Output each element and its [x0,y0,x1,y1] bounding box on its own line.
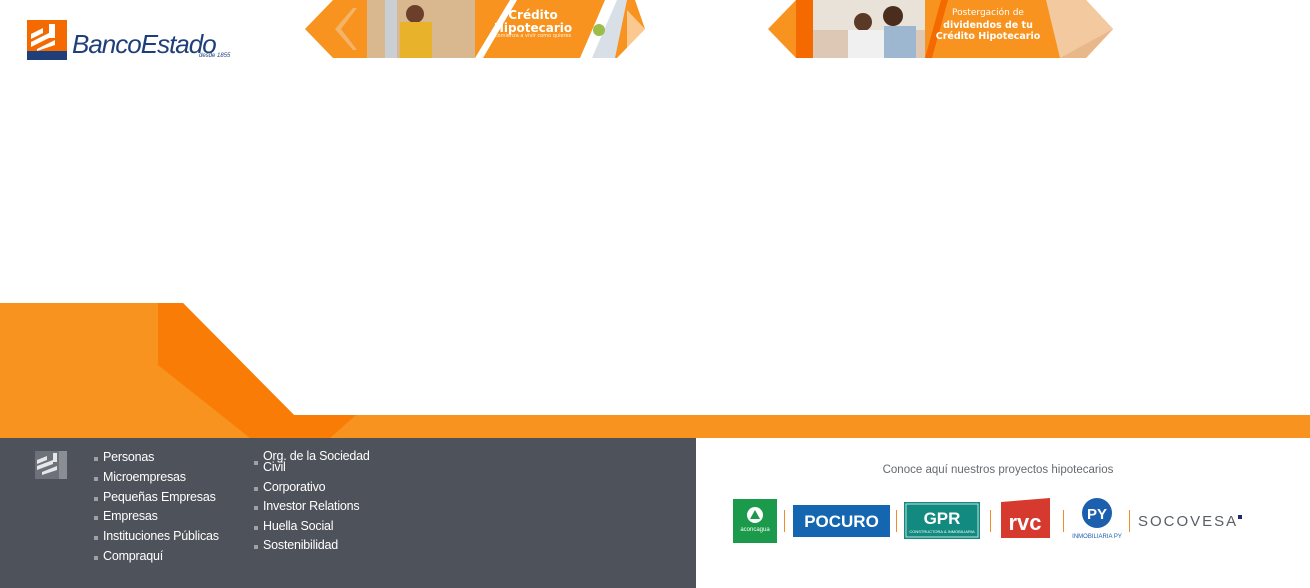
footer-links-panel: Personas Microempresas Pequeñas Empresas… [0,438,696,588]
footer-link-compraqui[interactable]: Compraquí [94,549,219,569]
brand-gpr-subtext: CONSTRUCTORA & INMOBILIARIA [909,529,975,534]
banner-postergacion-dividendos[interactable]: Postergación de dividendos de tu Crédito… [768,0,1113,58]
footer-link-label: Investor Relations [263,499,360,514]
bullet-icon [254,544,258,549]
brand-separator [896,510,897,532]
brand-logo-rvc[interactable]: rvc [1001,498,1050,538]
brand-separator [784,510,785,532]
bullet-icon [94,457,98,461]
banner-1-subtitle: comienza a vivir como quieres [494,33,572,39]
footer-link-corporativo[interactable]: Corporativo [254,480,374,499]
brand-logo-pocuro[interactable]: POCURO [793,505,890,537]
footer-link-microempresas[interactable]: Microempresas [94,470,219,490]
footer-link-pequenas-empresas[interactable]: Pequeñas Empresas [94,490,219,510]
brand-logo-socovesa[interactable]: SOCOVESA [1138,511,1244,531]
brand-rvc-text: rvc [1008,510,1041,535]
bullet-icon [254,525,258,530]
banner-1-title: Crédito Hipotecario [473,9,593,34]
banner-1-title-line1: Crédito [508,8,558,22]
footer-link-label: Compraquí [103,548,164,563]
brand-logo-gpr[interactable]: GPR CONSTRUCTORA & INMOBILIARIA [904,502,980,539]
bancoestado-logo-icon [27,20,67,60]
footer-link-personas[interactable]: Personas [94,450,219,470]
footer-link-org-sociedad-civil[interactable]: Org. de la Sociedad Civil [254,449,374,480]
site-header: BancoEstado desde 1855 Crédito Hipotecar… [0,0,1310,60]
banner-2-title: dividendos de tu Crédito Hipotecario [928,20,1048,43]
bancoestado-footer-icon [35,451,67,479]
footer-link-label: Instituciones Públicas [103,529,219,544]
footer-link-label: Corporativo [263,480,326,494]
brand-logo-aconcagua[interactable]: aconcagua [733,499,777,543]
footer-link-sostenibilidad[interactable]: Sostenibilidad [254,538,374,557]
footer-link-label: Personas [103,450,155,464]
footer-link-label: Pequeñas Empresas [103,489,216,504]
brand-py-text: PY [1087,506,1107,523]
banner-2-title-line2: Crédito Hipotecario [935,31,1041,43]
bancoestado-logo[interactable]: BancoEstado desde 1855 [27,20,242,62]
brand-pocuro-text: POCURO [804,512,879,531]
logo-since: desde 1855 [199,53,231,59]
page: { "header": { "logo_text": "BancoEstado"… [0,0,1310,588]
footer-link-label: Org. de la Sociedad Civil [263,449,370,474]
footer-links-segments: Personas Microempresas Pequeñas Empresas… [94,450,219,569]
footer-links-institutional: Org. de la Sociedad Civil Corporativo In… [254,449,374,557]
footer-link-label: Microempresas [103,469,186,484]
banner-2-pre: Postergación de [952,8,1024,18]
bullet-icon [94,496,98,501]
projects-title: Conoce aquí nuestros proyectos hipotecar… [882,464,1114,476]
bullet-icon [94,476,98,481]
footer-projects-panel: Conoce aquí nuestros proyectos hipotecar… [696,438,1310,588]
footer-link-label: Huella Social [263,518,334,533]
bullet-icon [94,516,98,521]
brand-gpr-text: GPR [924,509,961,528]
bullet-icon [254,506,258,511]
footer-link-investor-relations[interactable]: Investor Relations [254,499,374,518]
brand-aconcagua-text: aconcagua [740,527,770,533]
bullet-icon [94,555,98,560]
logo-text: BancoEstado [72,29,217,59]
bullet-icon [254,461,258,465]
brand-py-subtext: INMOBILIARIA PY [1072,534,1122,540]
bullet-icon [94,536,98,541]
footer-link-label: Empresas [103,509,158,524]
orange-decorative-band [0,303,1310,438]
footer-link-empresas[interactable]: Empresas [94,509,219,529]
banner-credito-hipotecario[interactable]: Crédito Hipotecario comienza a vivir com… [305,0,645,58]
brand-separator [1063,510,1064,532]
banner-2-title-line1: dividendos de tu [943,20,1033,31]
footer-link-instituciones-publicas[interactable]: Instituciones Públicas [94,529,219,549]
brand-separator [990,510,991,532]
brand-socovesa-text: SOCOVESA [1138,513,1238,530]
footer-link-huella-social[interactable]: Huella Social [254,519,374,538]
brand-separator [1129,510,1130,532]
brand-logo-py[interactable]: PY INMOBILIARIA PY [1072,497,1124,541]
bullet-icon [254,487,258,491]
footer-link-label: Sostenibilidad [263,537,339,552]
